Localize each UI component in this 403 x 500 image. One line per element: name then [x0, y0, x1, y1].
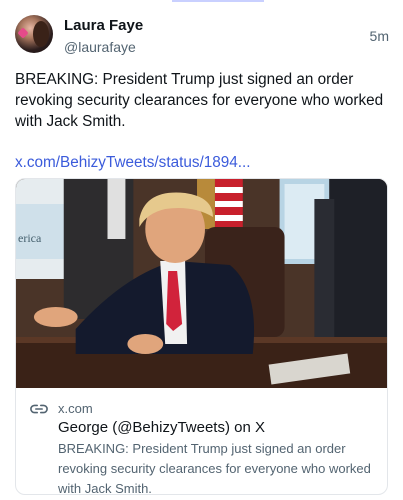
avatar-figure: [33, 21, 49, 47]
card-meta: x.com George (@BehizyTweets) on X BREAKI…: [16, 388, 387, 495]
timestamp[interactable]: 5m: [370, 28, 389, 44]
top-accent-bar: [172, 0, 264, 2]
card-title[interactable]: George (@BehizyTweets) on X: [58, 418, 371, 438]
author-info: Laura Faye @laurafaye: [64, 15, 370, 56]
display-name[interactable]: Laura Faye: [64, 17, 370, 35]
post: Laura Faye @laurafaye 5m BREAKING: Presi…: [15, 15, 389, 173]
post-link[interactable]: x.com/BehizyTweets/status/1894...: [15, 153, 389, 173]
card-image[interactable]: erica: [16, 179, 387, 388]
card-domain: x.com: [58, 401, 93, 416]
avatar[interactable]: [15, 15, 53, 53]
card-photo: [16, 179, 387, 388]
link-preview-card[interactable]: erica x.com George (@BehizyTweets) on X …: [15, 178, 388, 495]
link-icon: [30, 404, 48, 414]
card-description: BREAKING: President Trump just signed an…: [58, 441, 371, 495]
post-text: BREAKING: President Trump just signed an…: [15, 71, 384, 130]
handle[interactable]: @laurafaye: [64, 38, 370, 56]
image-poster-text: erica: [18, 231, 42, 245]
heart-icon: [17, 27, 29, 39]
post-header: Laura Faye @laurafaye 5m: [15, 15, 389, 57]
